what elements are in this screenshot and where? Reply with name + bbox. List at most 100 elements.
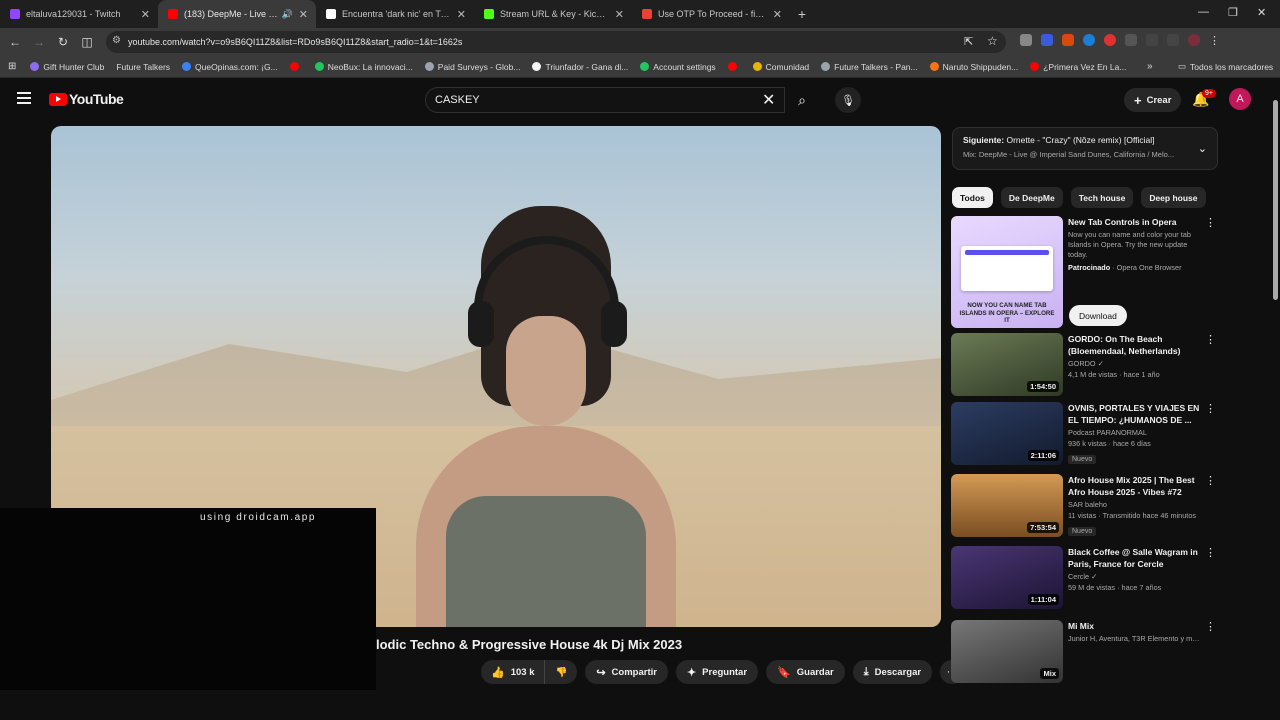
downloads-icon[interactable] [1167,34,1179,46]
list-item[interactable]: 1:11:04 Black Coffee @ Salle Wagram in P… [951,546,1216,610]
ad-download-button[interactable]: Download [1069,305,1127,326]
address-bar[interactable]: ⚙ youtube.com/watch?v=o9sB6QI11Z8&list=R… [106,31,1006,53]
browser-menu-icon[interactable]: ⋮ [1209,34,1220,47]
up-next-panel[interactable]: Siguiente: Ornette - "Crazy" (Nôze remix… [952,127,1218,170]
extension-icon[interactable] [1083,34,1095,46]
mix-thumbnail[interactable]: Mix [951,620,1063,683]
close-tab-icon[interactable]: ✕ [299,8,308,21]
close-window-icon[interactable]: ✕ [1257,6,1266,19]
chip-tech-house[interactable]: Tech house [1070,187,1134,208]
list-item[interactable]: Mix Mi Mix Junior H, Aventura, T3R Eleme… [951,620,1216,684]
video-card-title[interactable]: Black Coffee @ Salle Wagram in Paris, Fr… [1068,546,1203,570]
split-view-icon[interactable] [1146,34,1158,46]
video-thumbnail[interactable]: 2:11:06 [951,402,1063,465]
video-card-title[interactable]: OVNIS, PORTALES Y VIAJES EN EL TIEMPO: ¿… [1068,402,1203,426]
site-info-icon[interactable]: ⚙ [112,35,121,46]
extension-icon[interactable] [1062,34,1074,46]
chip-all[interactable]: Todos [952,187,993,208]
video-thumbnail[interactable]: 1:54:50 [951,333,1063,396]
bookmark[interactable]: Comunidad [752,62,809,72]
ask-button[interactable]: ✦ Preguntar [675,660,759,684]
bookmark[interactable]: NeoBux: La innovaci... [314,62,413,72]
close-tab-icon[interactable]: ✕ [615,8,624,21]
ad-title[interactable]: New Tab Controls in Opera [1068,216,1203,228]
video-card-title[interactable]: GORDO: On The Beach (Bloemendaal, Nether… [1068,333,1203,357]
reload-icon[interactable]: ↻ [51,35,75,49]
extension-icon[interactable] [1104,34,1116,46]
bookmark[interactable]: Paid Surveys - Glob... [424,62,520,72]
more-options-icon[interactable]: ⋮ [1205,402,1216,415]
page-scrollbar[interactable] [1270,86,1280,696]
chevron-down-icon[interactable]: ⌄ [1198,142,1207,155]
bookmark[interactable]: Account settings [640,62,716,72]
list-item[interactable]: 2:11:06 OVNIS, PORTALES Y VIAJES EN EL T… [951,402,1216,466]
install-icon[interactable]: ⇱ [964,35,973,48]
bookmark[interactable]: ¿Primera Vez En La... [1030,62,1126,72]
video-card-title[interactable]: Afro House Mix 2025 | The Best Afro Hous… [1068,474,1203,498]
puzzle-icon[interactable] [1125,34,1137,46]
more-options-icon[interactable]: ⋮ [1205,333,1216,346]
clear-search-icon[interactable]: ✕ [762,90,775,110]
bookmark[interactable]: Gift Hunter Club [30,62,104,72]
dislike-button[interactable]: 👎 [545,660,577,684]
video-thumbnail[interactable]: 7:53:54 [951,474,1063,537]
bookmark[interactable] [727,62,741,71]
browser-tab-active[interactable]: (183) DeepMe - Live @ Imp 🔊 ✕ [158,0,316,28]
bookmark[interactable]: Triunfador - Gana di... [532,62,628,72]
channel-name[interactable]: Cercle ✓ [1068,572,1203,581]
browser-tab[interactable]: Encuentra 'dark nic' en TikTok | ✕ [316,0,474,28]
more-options-icon[interactable]: ⋮ [1205,474,1216,487]
bookmark[interactable]: QueOpinas.com: ¡G... [182,62,278,72]
star-icon[interactable]: ☆ [987,34,998,48]
back-icon[interactable]: ← [3,35,27,49]
channel-name[interactable]: GORDO ✓ [1068,359,1203,368]
video-thumbnail[interactable]: 1:11:04 [951,546,1063,609]
speaker-icon[interactable]: 🔊 [282,9,293,20]
sidebar-toggle-icon[interactable]: ◫ [75,35,99,49]
restore-icon[interactable]: ❐ [1228,6,1238,19]
bookmark[interactable]: Future Talkers [116,62,170,72]
extension-icon[interactable] [1041,34,1053,46]
close-tab-icon[interactable]: ✕ [141,8,150,21]
browser-tab[interactable]: eltaluva129031 - Twitch ✕ [0,0,158,28]
voice-search-button[interactable]: 🎙 [835,87,861,113]
browser-tab[interactable]: Use OTP To Proceed - figue415 ✕ [632,0,790,28]
browser-tab[interactable]: Stream URL & Key - Kick Dashi ✕ [474,0,632,28]
ad-thumbnail[interactable]: NOW YOU CAN NAME TAB ISLANDS IN OPERA – … [951,216,1063,328]
shield-extension-icon[interactable] [1020,34,1032,46]
channel-name[interactable]: SAR baleho [1068,500,1203,509]
close-tab-icon[interactable]: ✕ [457,8,466,21]
more-options-icon[interactable]: ⋮ [1205,546,1216,559]
avatar[interactable]: A [1229,88,1251,110]
minimize-icon[interactable]: — [1198,6,1209,18]
forward-icon[interactable]: → [27,35,51,49]
more-options-icon[interactable]: ⋮ [1205,216,1216,229]
chip-from-channel[interactable]: De DeepMe [1000,187,1063,208]
list-item[interactable]: 7:53:54 Afro House Mix 2025 | The Best A… [951,474,1216,538]
video-card-title[interactable]: Mi Mix [1068,620,1203,632]
more-bookmarks-icon[interactable]: » [1147,61,1153,72]
chip-deep-house[interactable]: Deep house [1141,187,1206,208]
close-tab-icon[interactable]: ✕ [773,8,782,21]
share-button[interactable]: ↪ Compartir [585,660,668,684]
new-tab-icon[interactable]: + [790,6,814,22]
all-bookmarks[interactable]: ▭ Todos los marcadores [1178,61,1273,72]
search-button[interactable]: ⌕ [785,87,819,113]
save-button[interactable]: 🔖 Guardar [766,660,845,684]
profile-icon[interactable] [1188,34,1200,46]
like-button[interactable]: 👍 103 k [481,660,546,684]
list-item[interactable]: 1:54:50 GORDO: On The Beach (Bloemendaal… [951,333,1216,397]
bookmark[interactable] [289,62,303,71]
bookmark[interactable]: Future Talkers - Pan... [821,62,918,72]
video-meta: 59 M de vistas · hace 7 años [1068,583,1162,592]
download-button[interactable]: ⤓ Descargar [852,660,933,684]
channel-name[interactable]: Podcast PARANORMAL [1068,428,1203,437]
create-button[interactable]: + Crear [1124,88,1182,112]
more-options-icon[interactable]: ⋮ [1205,620,1216,633]
apps-icon[interactable]: ⊞ [8,61,16,72]
scrollbar-thumb[interactable] [1273,100,1278,300]
bookmark[interactable]: Naruto Shippuden... [929,62,1018,72]
search-input[interactable]: CASKEY [425,87,785,113]
hamburger-menu-icon[interactable] [17,92,31,104]
youtube-logo[interactable]: YouTube [49,91,124,107]
